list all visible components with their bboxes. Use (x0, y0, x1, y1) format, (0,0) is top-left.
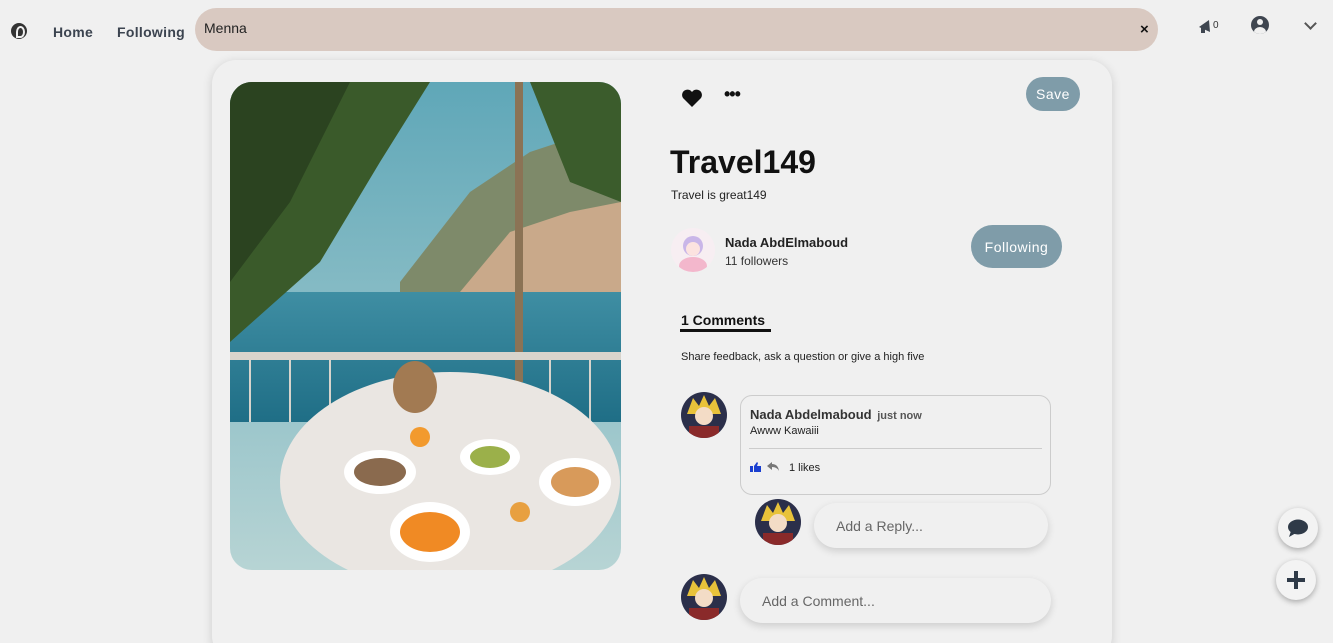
comment-author-name[interactable]: Nada Abdelmaboud (750, 407, 872, 422)
top-bar: Home Following × 0 (0, 0, 1333, 62)
chat-button[interactable] (1278, 508, 1318, 548)
author-avatar[interactable] (671, 228, 715, 272)
pin-description: Travel is great149 (671, 188, 767, 202)
plus-icon (1287, 571, 1305, 589)
search-bar[interactable]: × (195, 8, 1158, 51)
reply-avatar (755, 499, 801, 545)
nav-following-link[interactable]: Following (117, 24, 185, 40)
more-options-icon[interactable]: ••• (724, 84, 741, 105)
heart-icon[interactable] (681, 88, 703, 108)
create-pin-button[interactable] (1276, 560, 1316, 600)
following-button[interactable]: Following (971, 225, 1062, 268)
user-profile-icon[interactable] (1251, 16, 1269, 34)
search-input[interactable] (204, 20, 1104, 36)
comment-likes-count: 1 likes (789, 462, 821, 474)
save-button[interactable]: Save (1026, 77, 1080, 111)
notification-count: 0 (1213, 20, 1219, 31)
comment-input[interactable] (740, 578, 1051, 623)
clear-search-icon[interactable]: × (1140, 21, 1149, 38)
nav-home-link[interactable]: Home (53, 24, 93, 40)
comment-author[interactable]: Nada Abdelmaboud just now (750, 407, 922, 422)
pinterest-logo-icon[interactable] (11, 23, 27, 39)
pin-image[interactable] (230, 82, 621, 570)
comments-prompt: Share feedback, ask a question or give a… (681, 351, 925, 363)
chevron-down-icon[interactable] (1304, 17, 1317, 30)
reply-icon[interactable] (767, 461, 780, 472)
current-user-avatar (681, 574, 727, 620)
commenter-avatar[interactable] (681, 392, 727, 438)
reply-input[interactable] (814, 503, 1048, 548)
comment-text: Awww Kawaiii (750, 425, 819, 437)
comments-tab-underline (680, 329, 771, 332)
thumbs-up-icon[interactable] (750, 462, 762, 472)
author-followers: 11 followers (725, 254, 789, 268)
author-name[interactable]: Nada AbdElmaboud (725, 235, 848, 250)
pin-title: Travel149 (670, 144, 816, 180)
comment-divider (749, 448, 1042, 449)
comments-tab[interactable]: 1 Comments (681, 312, 765, 330)
comment-time: just now (877, 410, 922, 422)
chat-bubble-icon (1288, 519, 1308, 537)
